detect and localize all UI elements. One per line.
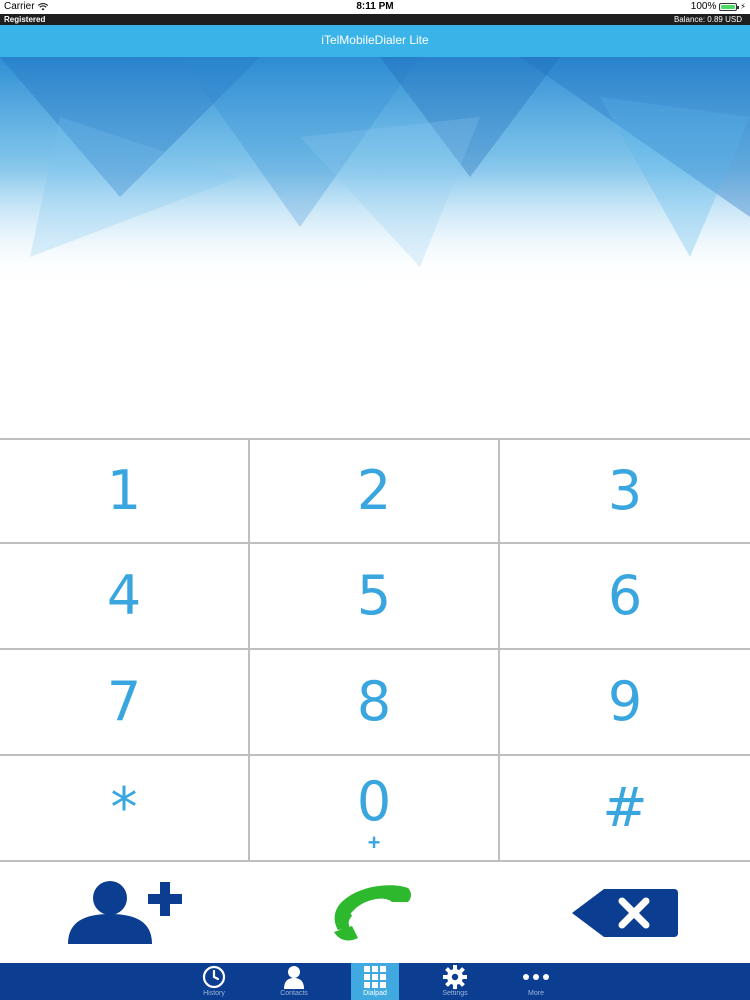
battery-group: 100% ⚡	[691, 1, 746, 12]
registration-status: Registered	[4, 15, 46, 24]
clock-time: 8:11 PM	[356, 1, 394, 12]
gear-icon	[443, 964, 467, 989]
balance-label: Balance: 0.89 USD	[673, 15, 742, 24]
tab-label: Contacts	[280, 990, 308, 997]
registration-bar: Registered Balance: 0.89 USD	[0, 14, 750, 25]
add-contact-icon	[68, 880, 182, 944]
add-contact-button[interactable]	[0, 862, 250, 963]
dialpad-grid-icon	[364, 965, 386, 988]
key-9[interactable]: 9	[500, 650, 750, 756]
key-4[interactable]: 4	[0, 544, 250, 650]
tab-more[interactable]: More	[512, 963, 560, 1000]
clock-icon	[202, 965, 226, 988]
key-digit: 1	[106, 459, 142, 522]
charging-icon: ⚡	[740, 2, 746, 11]
call-button[interactable]	[250, 862, 500, 963]
key-star[interactable]: *	[0, 756, 250, 862]
app-title-bar: iTelMobileDialer Lite	[0, 25, 750, 57]
key-sub-label: +	[367, 830, 381, 855]
key-7[interactable]: 7	[0, 650, 250, 756]
key-digit: 2	[356, 459, 392, 522]
key-2[interactable]: 2	[250, 438, 500, 544]
key-5[interactable]: 5	[250, 544, 500, 650]
key-digit: #	[602, 776, 648, 839]
battery-icon	[719, 2, 740, 11]
tab-bar: History Contacts Dialpad Settings More	[0, 963, 750, 1000]
action-row	[0, 862, 750, 963]
app-title: iTelMobileDialer Lite	[321, 33, 429, 47]
number-display-area[interactable]	[0, 57, 750, 438]
phone-call-icon	[334, 884, 411, 940]
tab-label: Dialpad	[363, 990, 387, 997]
key-digit: 0	[356, 770, 392, 833]
key-digit: 3	[607, 459, 643, 522]
tab-dialpad[interactable]: Dialpad	[351, 963, 399, 1000]
key-0[interactable]: 0 +	[250, 756, 500, 862]
person-icon	[284, 965, 304, 989]
key-digit: 6	[607, 564, 643, 627]
status-bar: Carrier 8:11 PM 100% ⚡	[0, 0, 750, 14]
key-digit: 9	[607, 670, 643, 733]
tab-settings[interactable]: Settings	[431, 963, 479, 1000]
key-digit: 5	[356, 564, 392, 627]
key-digit: *	[110, 776, 138, 839]
key-hash[interactable]: #	[500, 756, 750, 862]
key-3[interactable]: 3	[500, 438, 750, 544]
tab-history[interactable]: History	[190, 963, 238, 1000]
key-6[interactable]: 6	[500, 544, 750, 650]
key-digit: 7	[106, 670, 142, 733]
key-1[interactable]: 1	[0, 438, 250, 544]
backspace-icon	[572, 888, 678, 937]
battery-percent: 100%	[690, 1, 717, 12]
tab-contacts[interactable]: Contacts	[270, 963, 318, 1000]
tab-label: Settings	[442, 990, 468, 997]
tab-label: History	[203, 990, 225, 997]
backspace-button[interactable]	[500, 862, 750, 963]
key-digit: 8	[356, 670, 392, 733]
tab-label: More	[528, 990, 544, 997]
key-digit: 4	[106, 564, 142, 627]
more-dots-icon	[523, 973, 549, 980]
background-pattern	[0, 57, 750, 267]
dialpad: 1 2 3 4 5 6 7 8 9 * 0 + #	[0, 438, 750, 862]
key-8[interactable]: 8	[250, 650, 500, 756]
